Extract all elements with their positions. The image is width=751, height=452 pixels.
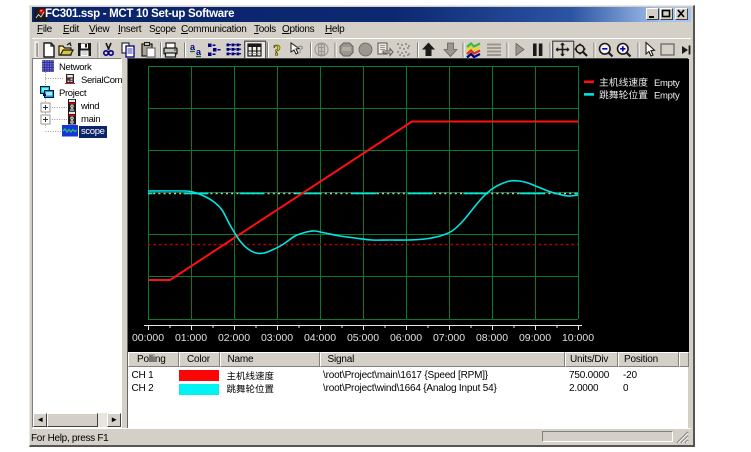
svg-text:02:000: 02:000 bbox=[218, 332, 250, 344]
svg-text:?: ? bbox=[273, 43, 281, 60]
svg-text:Empty: Empty bbox=[654, 91, 680, 102]
svg-text:?: ? bbox=[297, 44, 304, 56]
svg-text:05:000: 05:000 bbox=[347, 332, 379, 344]
svg-text:09:000: 09:000 bbox=[519, 332, 551, 344]
svg-text:00:000: 00:000 bbox=[132, 332, 164, 344]
svg-text:06:000: 06:000 bbox=[390, 332, 422, 344]
svg-text:Empty: Empty bbox=[654, 78, 680, 89]
svg-text:01:000: 01:000 bbox=[175, 332, 207, 344]
svg-text:08:000: 08:000 bbox=[476, 332, 508, 344]
svg-text:07:000: 07:000 bbox=[433, 332, 465, 344]
svg-text:a: a bbox=[196, 47, 202, 57]
svg-text:10:000: 10:000 bbox=[562, 332, 594, 344]
svg-text:04:000: 04:000 bbox=[304, 332, 336, 344]
svg-text:03:000: 03:000 bbox=[261, 332, 293, 344]
